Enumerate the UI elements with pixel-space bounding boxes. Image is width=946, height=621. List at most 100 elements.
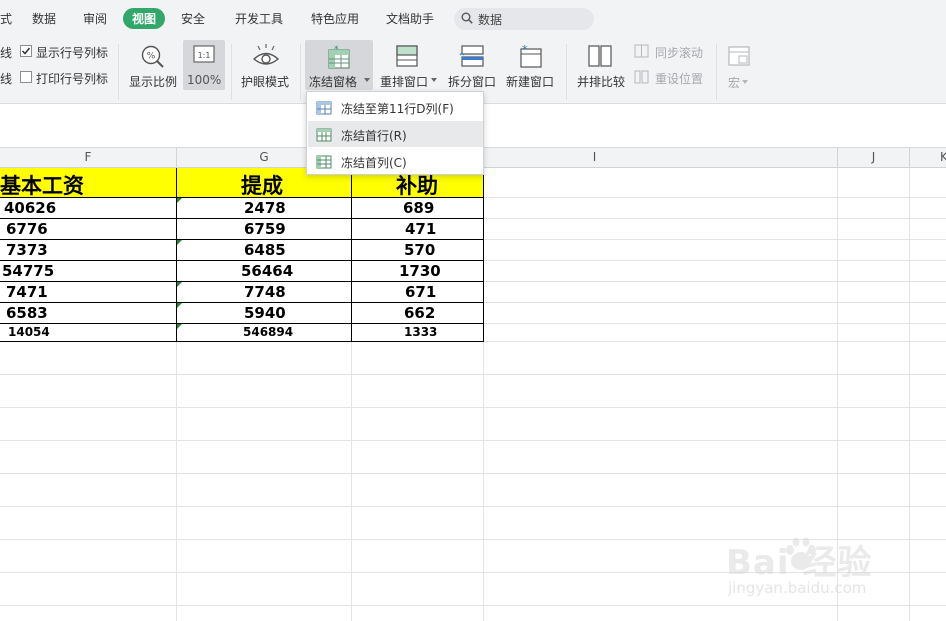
table-cell[interactable]: 662 [404,304,435,322]
table-cell[interactable]: 471 [405,220,436,238]
table-row: 6776 6759 471 [0,219,484,239]
search-box[interactable]: 数据 [454,8,594,30]
show-rowcol-checkbox[interactable] [20,45,32,57]
menu-item-label: 冻结至第11行D列(F) [341,102,454,116]
svg-text:*: * [334,45,339,55]
freeze-panes-label: 冻结窗格 [309,75,358,89]
chevron-down-icon [431,78,437,82]
freeze-panes-button[interactable]: * 冻结窗格 [305,40,373,90]
table-border [0,239,484,240]
number-as-text-flag [177,198,182,203]
tab-view[interactable]: 视图 [123,8,166,29]
new-window-label: 新建窗口 [506,75,555,89]
menu-item-freeze-first-row[interactable]: 冻结首行(R) [308,121,483,147]
reset-position-label: 重设位置 [655,72,704,86]
reset-position-icon [634,70,649,84]
side-by-side-icon [588,45,612,67]
eye-mode-button[interactable]: 护眼模式 [238,40,294,100]
column-header-j[interactable]: J [838,148,910,168]
table-cell[interactable]: 40626 [4,199,56,217]
rearrange-window-label: 重排窗口 [380,75,429,89]
column-header-k[interactable]: K [910,148,946,168]
show-rowcol-label: 显示行号列标 [36,46,109,60]
table-cell[interactable]: 14054 [8,325,50,339]
table-cell[interactable]: 54775 [2,262,54,280]
table-cell[interactable]: 5940 [244,304,286,322]
table-cell[interactable]: 546894 [243,325,293,339]
zoom-button[interactable]: % 显示比例 [126,40,180,100]
zoom-label: 显示比例 [129,75,178,89]
freeze-first-column-icon [316,155,332,169]
table-cell[interactable]: 6485 [244,241,286,259]
reset-position-button[interactable]: 重设位置 [634,69,714,89]
tab-review[interactable]: 审阅 [83,10,107,27]
grid-line [0,440,946,441]
table-cell[interactable]: 6759 [244,220,286,238]
ribbon-separator [231,44,232,100]
sync-scroll-icon [634,44,649,58]
freeze-panes-icon: * [328,45,350,69]
tab-security[interactable]: 安全 [181,10,205,27]
chevron-down-icon [742,80,748,84]
menu-item-label: 冻结首行(R) [341,129,407,143]
table-cell[interactable]: 1730 [399,262,441,280]
grid-line [0,506,946,507]
header-cell-base-salary[interactable]: 基本工资 [0,170,84,200]
svg-text:%: % [147,52,156,62]
tab-formula[interactable]: 式 [0,10,12,27]
actual-size-icon: 1:1 [193,45,215,63]
table-row: 14054 546894 1333 [0,324,484,341]
zoom-100-label: 100% [187,73,222,87]
new-window-icon: * [520,43,542,68]
watermark-url: jingyan.baidu.com [728,579,867,597]
number-as-text-flag [177,282,182,287]
ribbon-separator [300,44,301,100]
table-cell[interactable]: 6776 [6,220,48,238]
tab-data[interactable]: 数据 [32,10,56,27]
header-cell-commission[interactable]: 提成 [241,170,283,200]
table-border [0,218,484,219]
table-cell[interactable]: 689 [403,199,434,217]
table-cell[interactable]: 7373 [6,241,48,259]
tab-developer-tools[interactable]: 开发工具 [235,10,283,27]
rearrange-window-icon [396,45,418,67]
macro-button[interactable]: 宏 [722,40,756,100]
sync-scroll-button[interactable]: 同步滚动 [634,43,714,63]
side-by-side-button[interactable]: 并排比较 [574,40,628,100]
table-cell[interactable]: 671 [405,283,436,301]
tab-special-apps[interactable]: 特色应用 [311,10,359,27]
table-cell[interactable]: 1333 [404,325,437,339]
split-window-label: 拆分窗口 [448,75,497,89]
print-rowcol-label: 打印行号列标 [36,72,109,86]
table-cell[interactable]: 6583 [6,304,48,322]
table-row: 7373 6485 570 [0,240,484,260]
new-window-button[interactable]: * 新建窗口 [503,40,559,100]
column-header-f[interactable]: F [0,148,177,168]
table-cell[interactable]: 56464 [241,262,293,280]
menu-tab-bar: 式 数据 审阅 视图 安全 开发工具 特色应用 文档助手 数据 [0,0,946,38]
table-cell[interactable]: 570 [404,241,435,259]
table-cell[interactable]: 2478 [244,199,286,217]
table-border [0,302,484,303]
table-cell[interactable]: 7748 [244,283,286,301]
checkmark-icon [21,47,31,55]
side-by-side-label: 并排比较 [577,75,626,89]
zoom-100-button[interactable]: 1:1 100% [183,40,225,90]
chevron-down-icon [364,78,370,82]
grid-line [909,168,910,621]
table-cell[interactable]: 7471 [6,283,48,301]
menu-item-freeze-first-column[interactable]: 冻结首列(C) [308,148,483,174]
search-input-value: 数据 [478,13,503,27]
print-rowcol-checkbox[interactable] [20,71,32,83]
menu-item-freeze-to-cell[interactable]: 冻结至第11行D列(F) [308,94,483,120]
table-border [0,197,484,198]
freeze-panes-dropdown: 冻结至第11行D列(F) 冻结首行(R) 冻结首列(C) [306,91,484,175]
macro-label: 宏 [728,76,741,90]
split-window-icon [459,45,484,67]
svg-text:*: * [522,43,528,56]
table-border [0,281,484,282]
eye-mode-label: 护眼模式 [241,75,290,89]
table-border [0,323,484,324]
eye-icon [252,44,280,65]
tab-doc-assistant[interactable]: 文档助手 [386,10,434,27]
